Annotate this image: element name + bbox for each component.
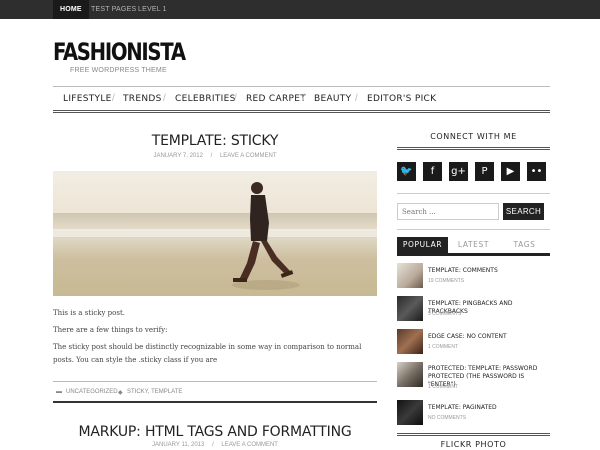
meta-separator: / xyxy=(212,442,214,448)
list-item[interactable]: TEMPLATE: PAGINATED NO COMMENTS xyxy=(397,400,550,426)
nav-separator: / xyxy=(112,93,115,104)
pinterest-icon[interactable]: P xyxy=(475,162,494,181)
post-footer: ▬ UNCATEGORIZED ◆ STICKY, TEMPLATE xyxy=(53,381,377,403)
post-thumbnail[interactable] xyxy=(397,329,423,354)
comment-count: 1 COMMENT xyxy=(428,384,458,390)
twitter-icon[interactable]: 🐦 xyxy=(397,162,416,181)
tab-popular[interactable]: POPULAR xyxy=(397,237,448,253)
tab-latest[interactable]: LATEST xyxy=(448,237,499,253)
list-item[interactable]: TEMPLATE: PINGBACKS AND TRACKBACKS 5 COM… xyxy=(397,296,550,322)
post-paragraph: The sticky post should be distinctly rec… xyxy=(53,343,362,364)
list-item[interactable]: TEMPLATE: COMMENTS 19 COMMENTS xyxy=(397,263,550,289)
walking-man-figure xyxy=(232,182,300,290)
search-button[interactable]: SEARCH xyxy=(503,203,544,220)
leave-comment-link[interactable]: LEAVE A COMMENT xyxy=(221,442,278,448)
facebook-icon[interactable]: f xyxy=(423,162,442,181)
post-paragraph: This is a sticky post. xyxy=(53,309,125,317)
widget-divider xyxy=(397,229,550,230)
category-link[interactable]: UNCATEGORIZED xyxy=(66,389,118,395)
post-thumbnail[interactable] xyxy=(397,362,423,387)
popular-post-title[interactable]: EDGE CASE: NO CONTENT xyxy=(428,333,550,341)
post-thumbnail[interactable] xyxy=(397,263,423,288)
post-meta: JANUARY 11, 2013 / LEAVE A COMMENT xyxy=(53,442,377,448)
nav-item-editors-pick[interactable]: EDITOR'S PICK xyxy=(367,87,436,111)
popular-post-title[interactable]: TEMPLATE: COMMENTS xyxy=(428,267,550,275)
nav-separator: / xyxy=(302,93,305,104)
comment-count: 19 COMMENTS xyxy=(428,278,465,284)
nav-item-celebrities[interactable]: CELEBRITIES xyxy=(175,87,236,111)
flickr-icon[interactable]: •• xyxy=(527,162,546,181)
nav-item-trends[interactable]: TRENDS xyxy=(123,87,162,111)
post-title[interactable]: MARKUP: HTML TAGS AND FORMATTING xyxy=(53,424,377,440)
widget-divider xyxy=(397,147,550,150)
nav-separator: / xyxy=(355,93,358,104)
meta-separator: / xyxy=(210,153,213,159)
leave-comment-link[interactable]: LEAVE A COMMENT xyxy=(220,153,277,159)
site-title[interactable]: FASHIONISTA xyxy=(53,38,186,66)
topbar-item-level-1[interactable]: LEVEL 1 xyxy=(131,0,174,19)
site-tagline: FREE WORDPRESS THEME xyxy=(70,67,167,74)
list-item[interactable]: EDGE CASE: NO CONTENT 1 COMMENT xyxy=(397,329,550,355)
nav-separator: / xyxy=(163,93,166,104)
comment-count: NO COMMENTS xyxy=(428,415,467,421)
nav-item-lifestyle[interactable]: LIFESTYLE xyxy=(63,87,112,111)
featured-image[interactable] xyxy=(53,171,377,296)
tab-tags[interactable]: TAGS xyxy=(499,237,550,253)
tags-link[interactable]: STICKY, TEMPLATE xyxy=(127,389,182,395)
post-thumbnail[interactable] xyxy=(397,400,423,425)
post-date: JANUARY 7, 2012 xyxy=(153,153,203,159)
tag-icon: ◆ xyxy=(118,390,123,396)
main-nav: LIFESTYLE / TRENDS / CELEBRITIES / RED C… xyxy=(53,86,550,113)
post-paragraph: There are a few things to verify: xyxy=(53,326,168,334)
widget-divider xyxy=(397,193,550,194)
top-bar: HOME TEST PAGES LEVEL 1 xyxy=(0,0,600,19)
google-plus-icon[interactable]: g+ xyxy=(449,162,468,181)
comment-count: 1 COMMENT xyxy=(428,344,458,350)
list-item[interactable]: PROTECTED: TEMPLATE: PASSWORD PROTECTED … xyxy=(397,362,550,392)
flickr-widget-title: FLICKR PHOTO xyxy=(440,440,507,449)
nav-item-red-carpet[interactable]: RED CARPET xyxy=(246,87,306,111)
youtube-icon[interactable]: ▶ xyxy=(501,162,520,181)
post-thumbnail[interactable] xyxy=(397,296,423,321)
nav-item-beauty[interactable]: BEAUTY xyxy=(314,87,351,111)
connect-widget-title: CONNECT WITH ME xyxy=(430,132,517,141)
nav-separator: / xyxy=(234,93,237,104)
sidebar-tabs: POPULAR LATEST TAGS xyxy=(397,237,550,256)
popular-post-title[interactable]: TEMPLATE: PAGINATED xyxy=(428,404,550,412)
post-meta: JANUARY 7, 2012 / LEAVE A COMMENT xyxy=(53,153,377,159)
search-input[interactable] xyxy=(397,203,499,220)
post-title[interactable]: TEMPLATE: STICKY xyxy=(53,133,377,149)
widget-divider xyxy=(397,433,550,436)
folder-icon: ▬ xyxy=(56,389,62,395)
comment-count: 5 COMMENTS xyxy=(428,311,462,317)
post-date: JANUARY 11, 2013 xyxy=(152,442,205,448)
